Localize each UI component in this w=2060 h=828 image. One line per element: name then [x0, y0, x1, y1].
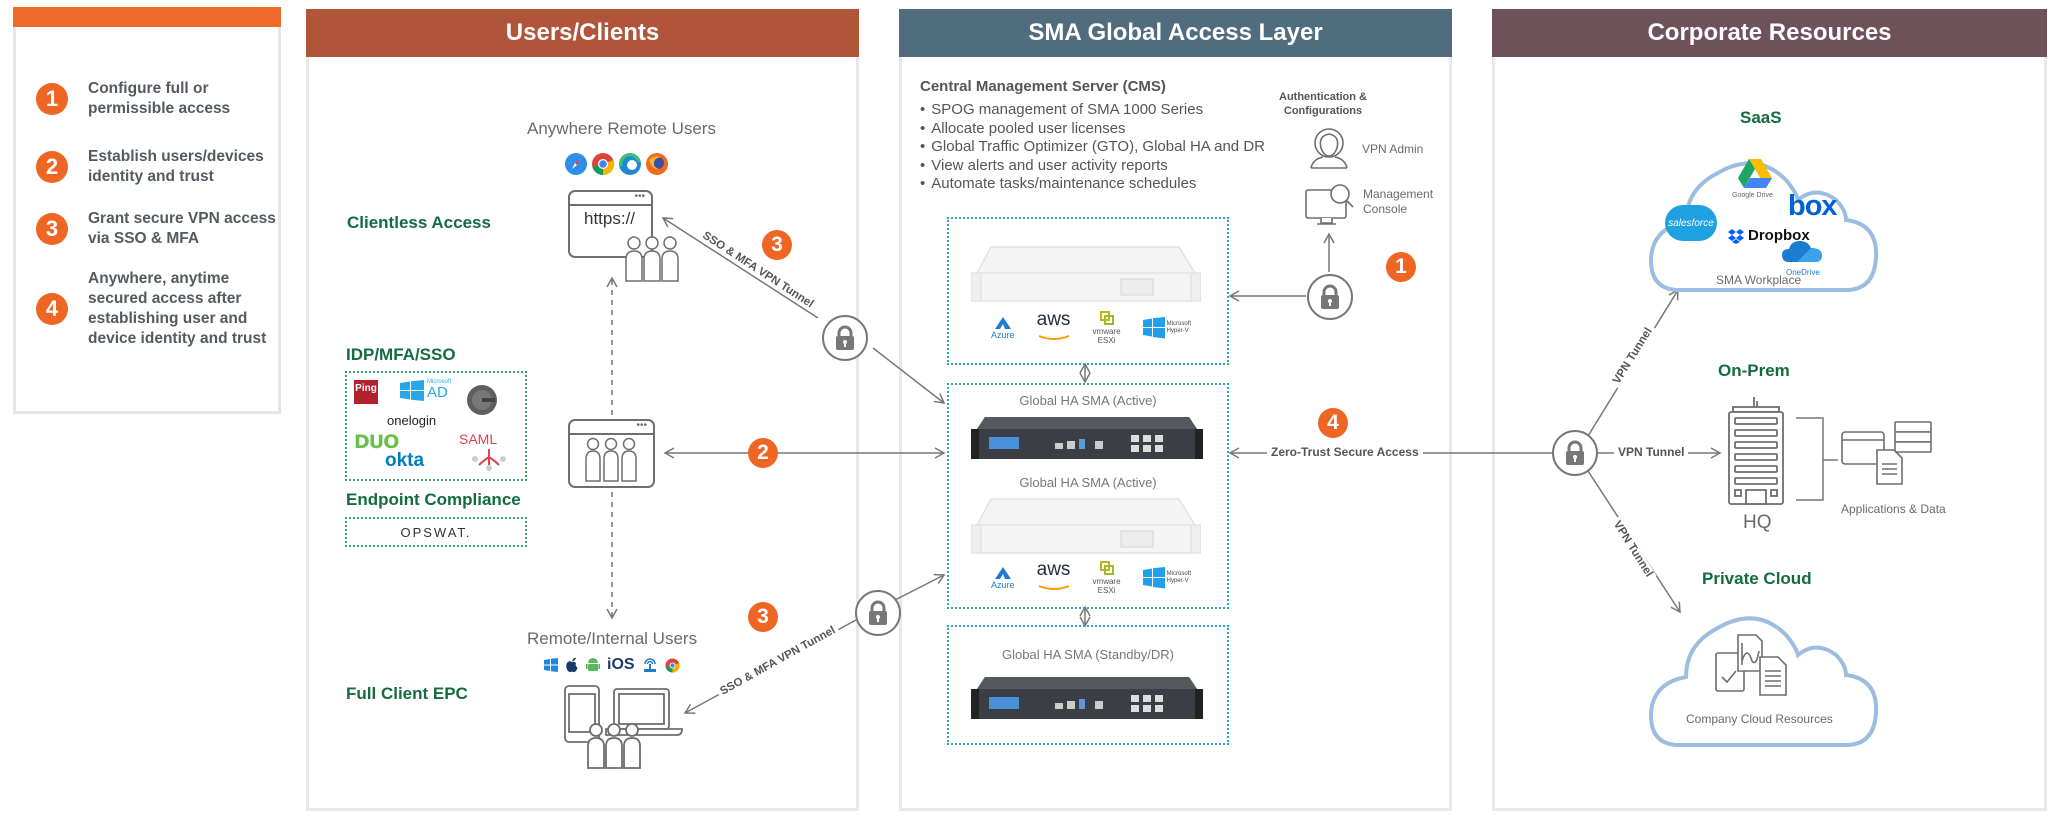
saas-label: SaaS	[1740, 108, 1782, 127]
safari-icon	[565, 153, 587, 175]
cms-title: Central Management Server (CMS)	[920, 78, 1166, 95]
admin-lock-icon	[1307, 274, 1353, 320]
onelogin-logo: onelogin	[387, 413, 437, 428]
active-appliance-box: Global HA SMA (Active) Global HA SMA (Ac…	[947, 383, 1229, 609]
opswat-logo: OPSWAT.	[400, 524, 472, 540]
ios-icon: iOS	[607, 656, 635, 673]
appliance-caption: Global HA SMA (Standby/DR)	[1002, 647, 1174, 662]
virtual-appliance-image	[971, 246, 1201, 302]
anywhere-remote-users-label: Anywhere Remote Users	[527, 119, 716, 138]
saml-logo: SAML	[459, 431, 498, 447]
management-console-icon	[1305, 184, 1354, 225]
azure-logo: Azure	[991, 316, 1015, 340]
corporate-lock-icon	[1552, 430, 1598, 476]
apple-icon	[566, 657, 578, 673]
linux-icon	[643, 658, 656, 672]
vpn-admin-icon	[1310, 128, 1348, 169]
on-prem-label: On-Prem	[1718, 361, 1790, 380]
step-4-badge: 4	[1318, 408, 1348, 438]
step-1-badge: 1	[1386, 252, 1416, 282]
opswat-box: OPSWAT.	[345, 517, 527, 547]
virtual-appliance-image	[971, 498, 1201, 554]
tunnel-line-top-b	[872, 347, 946, 404]
management-console-label: Management Console	[1363, 187, 1434, 216]
browser-icons	[564, 152, 669, 176]
users-portal-icon: •••	[568, 419, 655, 488]
aws-logo: aws	[1037, 310, 1070, 344]
hq-bracket	[1796, 417, 1838, 501]
lock-icon	[822, 315, 868, 361]
endpoint-compliance-label: Endpoint Compliance	[346, 490, 521, 509]
users-group-icon	[585, 437, 637, 482]
azure-logo: Azure	[991, 566, 1015, 590]
zero-trust-label: Zero-Trust Secure Access	[1267, 445, 1423, 459]
onedrive-logo	[1782, 241, 1822, 262]
chrome-icon	[592, 153, 615, 176]
ping-identity-logo: Ping	[354, 380, 378, 404]
private-cloud-label: Private Cloud	[1702, 569, 1812, 588]
standby-appliance-box: Global HA SMA (Standby/DR)	[947, 625, 1229, 745]
aws-logo: aws	[1037, 560, 1070, 594]
virtual-appliance-box: Azure aws vmware ESXi Microsoft Hyper-V	[947, 217, 1229, 365]
applications-data-label: Applications & Data	[1841, 502, 1946, 516]
vmware-esxi-logo: vmware ESXi	[1093, 311, 1121, 345]
appliance-caption: Global HA SMA (Active)	[1019, 475, 1157, 490]
virtual-platform-logos: Azure aws vmware ESXi Microsoft Hyper-V	[991, 310, 1191, 345]
remote-internal-users-label: Remote/Internal Users	[527, 629, 698, 648]
auth-config-title: Authentication & Configurations	[1279, 91, 1367, 117]
applications-data-icon	[1841, 421, 1932, 485]
devices-users-icon	[564, 685, 683, 769]
appliance-caption: Global HA SMA (Active)	[1019, 393, 1157, 408]
cms-bullet: Global Traffic Optimizer (GTO), Global H…	[920, 138, 1265, 157]
tunnel-line-top-a	[661, 217, 819, 319]
google-authenticator-logo	[467, 385, 497, 415]
sma-workplace-label: SMA Workplace	[1716, 273, 1802, 287]
clientless-access-label: Clientless Access	[347, 213, 491, 232]
box-logo: box	[1788, 190, 1838, 222]
vmware-esxi-logo: vmware ESXi	[1093, 561, 1121, 595]
idp-mfa-sso-label: IDP/MFA/SSO	[346, 345, 456, 364]
saml-federation-icon	[472, 449, 506, 471]
tunnel-line-bottom-b	[894, 573, 946, 601]
cms-bullet: Allocate pooled user licenses	[920, 120, 1265, 139]
idp-logos-box: Ping Microsoft AD onelogin DUO okta SAML	[345, 371, 527, 481]
firefox-icon	[646, 153, 668, 175]
company-cloud-label: Company Cloud Resources	[1686, 712, 1833, 726]
os-icons: iOS	[544, 656, 680, 674]
step-2-badge: 2	[748, 438, 778, 468]
hyper-v-logo: Microsoft Hyper-V	[1142, 567, 1191, 589]
okta-logo: okta	[385, 450, 425, 471]
lock-icon	[855, 590, 901, 636]
hq-label: HQ	[1743, 512, 1772, 533]
cms-bullet: View alerts and user activity reports	[920, 157, 1265, 176]
company-documents-icon	[1715, 634, 1787, 696]
hq-building-icon	[1728, 397, 1784, 505]
vpn-tunnel-label-mid: VPN Tunnel	[1614, 445, 1689, 459]
windows-icon	[544, 658, 558, 672]
windows-logo	[400, 380, 424, 401]
cms-bullet-list: SPOG management of SMA 1000 Series Alloc…	[920, 101, 1265, 194]
full-client-epc-label: Full Client EPC	[346, 684, 468, 703]
physical-appliance-image	[971, 417, 1203, 459]
vpn-admin-label: VPN Admin	[1362, 142, 1424, 156]
step-3-badge-top: 3	[762, 230, 792, 260]
salesforce-logo: salesforce	[1665, 205, 1717, 241]
cms-bullet: SPOG management of SMA 1000 Series	[920, 101, 1265, 120]
chromeos-icon	[665, 658, 680, 673]
step-3-badge-bottom: 3	[748, 602, 778, 632]
edge-icon	[619, 153, 641, 175]
https-text: https://	[584, 209, 636, 228]
cms-bullet: Automate tasks/maintenance schedules	[920, 175, 1265, 194]
google-drive-label: Google Drive	[1732, 192, 1773, 199]
physical-appliance-image	[971, 677, 1203, 719]
microsoft-ad-logo: AD	[427, 384, 448, 401]
google-drive-logo	[1738, 159, 1772, 188]
android-icon	[586, 658, 600, 671]
virtual-platform-logos: Azure aws vmware ESXi Microsoft Hyper-V	[991, 560, 1191, 595]
users-group-icon	[625, 236, 679, 282]
hyper-v-logo: Microsoft Hyper-V	[1142, 317, 1191, 339]
